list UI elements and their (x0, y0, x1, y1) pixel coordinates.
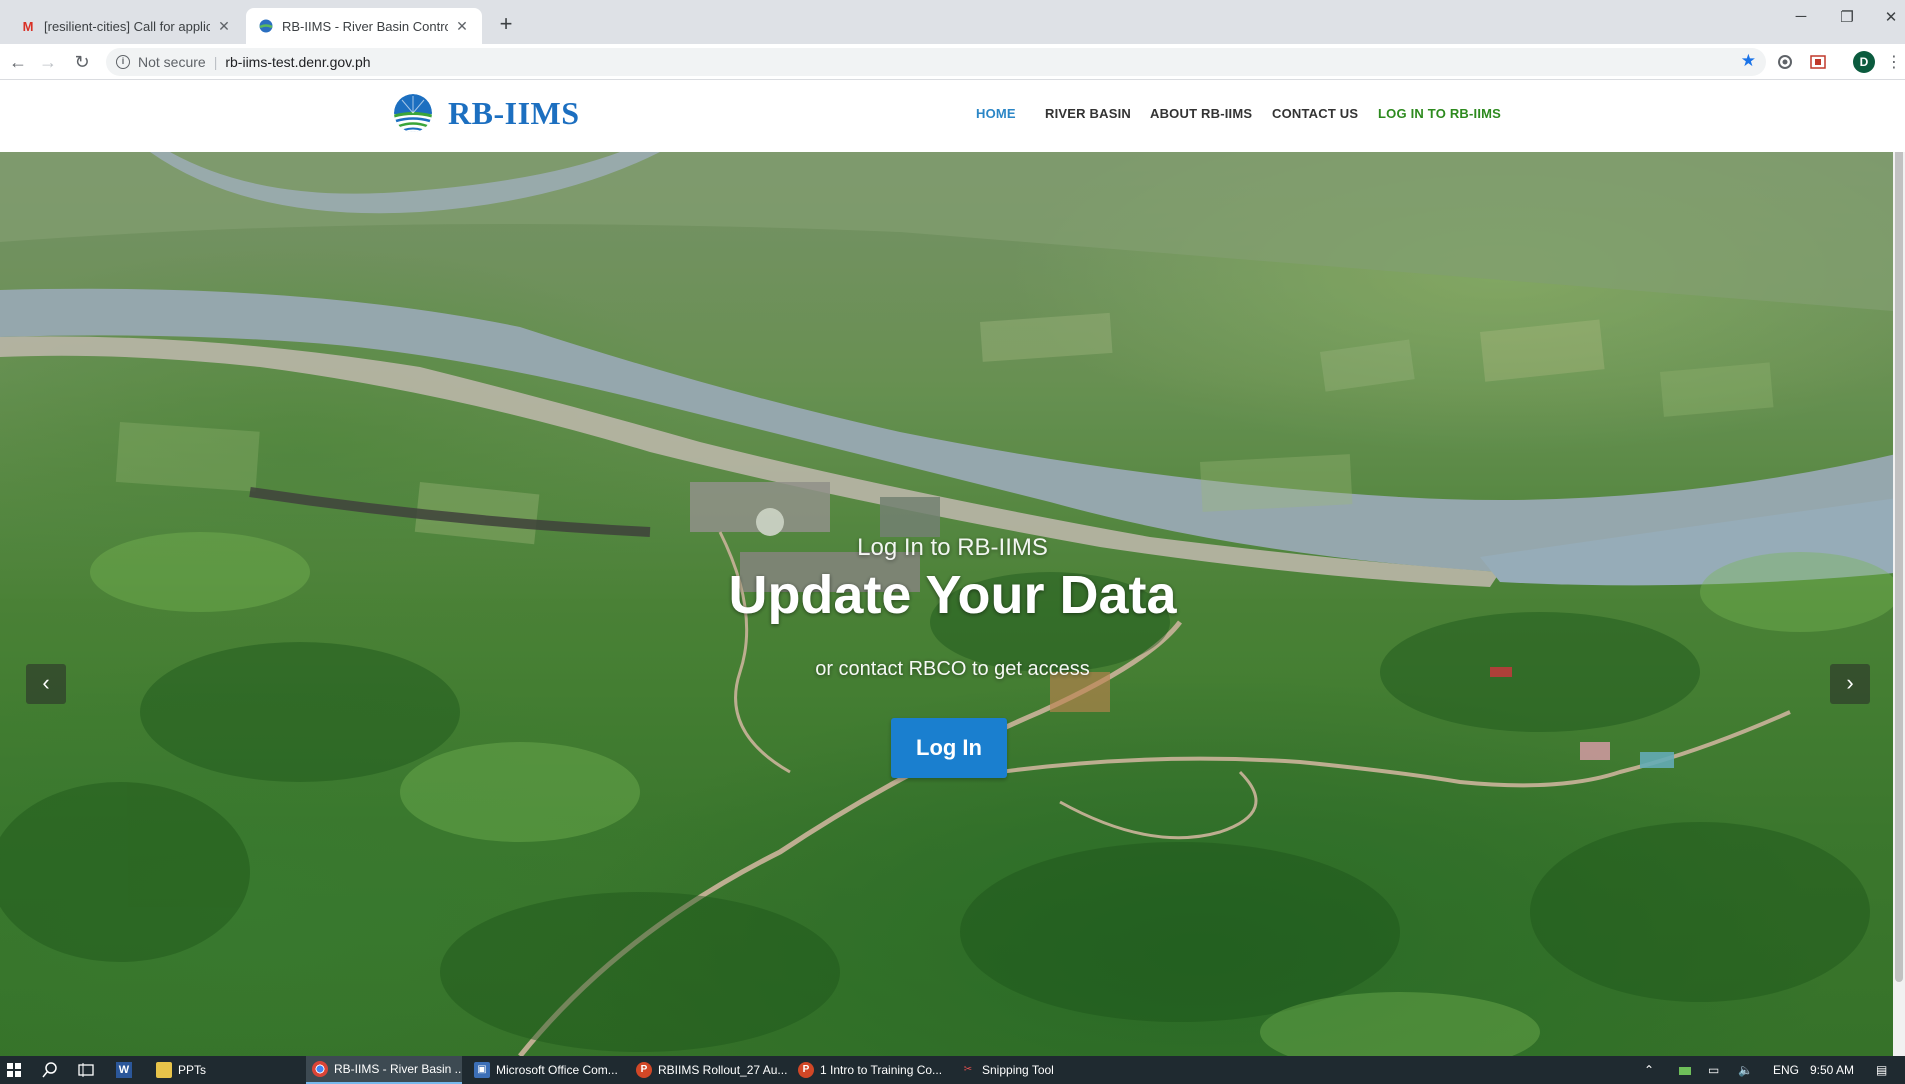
nav-contact[interactable]: CONTACT US (1272, 106, 1358, 121)
powerpoint-icon: P (636, 1062, 652, 1078)
extension-circle-icon[interactable] (1777, 54, 1793, 70)
taskbar-label: PPTs (178, 1063, 207, 1077)
page-scrollbar[interactable] (1893, 80, 1905, 1056)
clock-time[interactable]: 9:50 AM (1810, 1056, 1854, 1084)
bookmark-star-icon[interactable]: ★ (1741, 51, 1756, 71)
new-tab-button[interactable]: + (494, 11, 518, 37)
close-window-icon[interactable]: ✕ (1866, 8, 1905, 26)
scissors-icon: ✂ (963, 1064, 973, 1075)
task-view-icon[interactable] (74, 1061, 98, 1079)
back-arrow-icon[interactable]: ← (6, 50, 30, 74)
taskbar-folder-ppts[interactable]: PPTs (150, 1056, 212, 1084)
profile-avatar[interactable]: D (1853, 51, 1875, 73)
close-tab-icon[interactable]: ✕ (454, 18, 470, 35)
powerpoint-icon: P (798, 1062, 814, 1078)
volume-icon[interactable]: 🔈 (1738, 1056, 1753, 1084)
taskbar-label: RBIIMS Rollout_27 Au... (658, 1063, 788, 1077)
word-icon[interactable]: W (114, 1061, 134, 1079)
tray-chevron-up-icon[interactable]: ⌃ (1644, 1056, 1654, 1084)
hero-headline: Update Your Data (728, 565, 1177, 625)
carousel-prev-button[interactable]: ‹ (26, 664, 66, 704)
windows-taskbar: W PPTs RB-IIMS - River Basin ... ▣ Micro… (0, 1056, 1905, 1084)
hero-login-button[interactable]: Log In (891, 718, 1007, 778)
site-logo[interactable]: RB-IIMS (394, 94, 580, 132)
site-brand: RB-IIMS (448, 94, 580, 131)
close-tab-icon[interactable]: ✕ (216, 18, 232, 35)
hero-subtext: or contact RBCO to get access (815, 658, 1090, 680)
scrollbar-thumb[interactable] (1895, 82, 1903, 982)
browser-menu-icon[interactable]: ⋮ (1886, 52, 1902, 72)
restore-icon[interactable]: ❐ (1822, 8, 1872, 26)
chrome-icon (312, 1061, 328, 1077)
browser-tab-gmail[interactable]: M [resilient-cities] Call for applicatio… (8, 8, 244, 44)
nav-about[interactable]: ABOUT RB-IIMS (1150, 106, 1252, 121)
globe-icon (258, 18, 274, 34)
taskbar-label: Snipping Tool (982, 1063, 1054, 1077)
carousel-next-button[interactable]: › (1830, 664, 1870, 704)
taskbar-label: Microsoft Office Com... (496, 1063, 618, 1077)
address-bar[interactable]: i Not secure | rb-iims-test.denr.gov.ph … (106, 48, 1766, 76)
divider: | (213, 54, 218, 70)
language-indicator[interactable]: ENG (1773, 1056, 1799, 1084)
taskbar-item-ppt-intro[interactable]: P 1 Intro to Training Co... (792, 1056, 950, 1084)
chevron-right-icon: › (1846, 670, 1854, 695)
battery-icon[interactable]: ▭ (1708, 1056, 1719, 1084)
folder-icon (156, 1062, 172, 1078)
tab-title: [resilient-cities] Call for applicatio (44, 18, 210, 34)
gmail-icon: M (22, 18, 34, 34)
browser-tab-rbiims[interactable]: RB-IIMS - River Basin Control Offi ✕ (246, 8, 482, 44)
nav-river-basin[interactable]: RIVER BASIN (1045, 106, 1131, 121)
windows-start-icon[interactable] (4, 1061, 24, 1079)
nav-home[interactable]: HOME (976, 106, 1016, 121)
hero-eyebrow: Log In to RB-IIMS (857, 534, 1048, 561)
page-viewport: RB-IIMS HOME RIVER BASIN ABOUT RB-IIMS C… (0, 80, 1905, 1056)
security-label: Not secure (138, 54, 206, 70)
tab-title: RB-IIMS - River Basin Control Offi (282, 18, 448, 34)
action-center-icon[interactable]: ▤ (1876, 1056, 1887, 1084)
reload-icon[interactable]: ↻ (70, 50, 94, 74)
chevron-left-icon: ‹ (42, 670, 50, 695)
taskbar-label: RB-IIMS - River Basin ... (334, 1062, 462, 1076)
nav-login[interactable]: LOG IN TO RB-IIMS (1378, 106, 1501, 121)
taskbar-item-office[interactable]: ▣ Microsoft Office Com... (468, 1056, 626, 1084)
browser-toolbar: ← → ↻ i Not secure | rb-iims-test.denr.g… (0, 44, 1905, 80)
info-icon[interactable]: i (116, 55, 130, 69)
taskbar-label: 1 Intro to Training Co... (820, 1063, 943, 1077)
search-icon[interactable] (38, 1061, 62, 1079)
office-icon: ▣ (474, 1062, 490, 1078)
taskbar-item-chrome[interactable]: RB-IIMS - River Basin ... (306, 1056, 462, 1084)
forward-arrow-icon[interactable]: → (36, 50, 60, 74)
taskbar-item-ppt-rollout[interactable]: P RBIIMS Rollout_27 Au... (630, 1056, 788, 1084)
taskbar-item-snipping[interactable]: ✂ Snipping Tool (954, 1056, 1074, 1084)
hero-carousel: Log In to RB-IIMS Update Your Data or co… (0, 152, 1905, 1056)
rb-iims-logo-icon (394, 94, 432, 132)
browser-tabstrip: M [resilient-cities] Call for applicatio… (0, 0, 1905, 44)
minimize-icon[interactable]: ─ (1776, 8, 1826, 25)
tray-app-icon[interactable] (1678, 1056, 1692, 1084)
extension-box-icon[interactable] (1810, 54, 1826, 70)
url-text[interactable]: rb-iims-test.denr.gov.ph (225, 54, 370, 70)
site-header: RB-IIMS HOME RIVER BASIN ABOUT RB-IIMS C… (0, 80, 1905, 152)
